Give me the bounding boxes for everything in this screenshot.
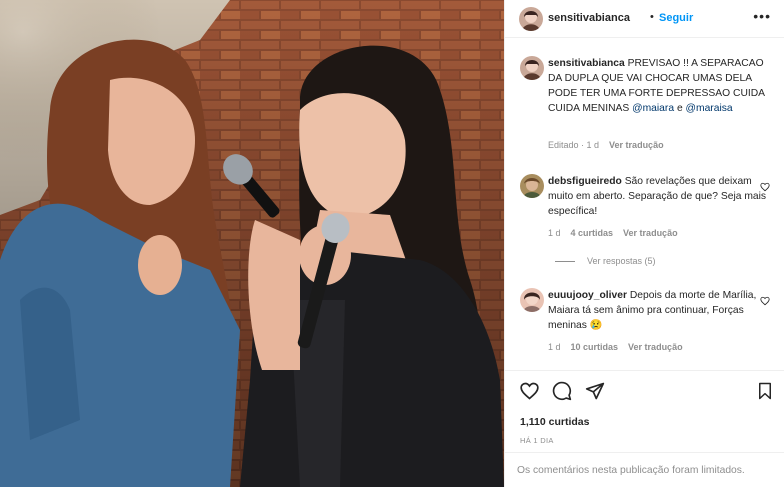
comment-like-icon[interactable] (760, 296, 770, 306)
send-icon[interactable] (585, 381, 605, 401)
mention-maiara[interactable]: @maiara (632, 103, 674, 114)
comment-meta: 1 d 10 curtidas Ver tradução (548, 342, 683, 352)
post-timestamp: HÁ 1 DIA (520, 436, 554, 445)
caption-username[interactable]: sensitivabianca (548, 58, 625, 69)
commenter-avatar[interactable] (520, 288, 544, 312)
view-replies-label: Ver respostas (5) (587, 256, 656, 266)
caption-text: sensitivabianca PREVISAO !! A SEPARACAO … (548, 56, 770, 116)
comment-item: debsfigueiredo São revelações que deixam… (520, 174, 772, 284)
replies-line (555, 261, 575, 263)
author-username[interactable]: sensitivabianca (548, 12, 630, 24)
separator-dot: • (650, 11, 654, 23)
comment-likes[interactable]: 10 curtidas (571, 342, 619, 352)
instagram-post: sensitivabianca • Seguir ••• sensitivabi… (0, 0, 784, 487)
comment-like-icon[interactable] (760, 182, 770, 192)
comment-likes[interactable]: 4 curtidas (571, 228, 614, 238)
post-header: sensitivabianca • Seguir ••• (505, 0, 784, 38)
caption: sensitivabianca PREVISAO !! A SEPARACAO … (520, 56, 772, 156)
mention-maraisa[interactable]: @maraisa (686, 103, 733, 114)
photo-illustration (0, 0, 504, 487)
comments-limited-notice: Os comentários nesta publicação foram li… (505, 452, 784, 487)
post-side-panel: sensitivabianca • Seguir ••• sensitivabi… (504, 0, 784, 487)
comment-text: debsfigueiredo São revelações que deixam… (548, 174, 770, 219)
post-photo[interactable] (0, 0, 504, 487)
caption-joiner: e (676, 103, 683, 114)
commenter-avatar[interactable] (520, 174, 544, 198)
likes-count[interactable]: 1,110 curtidas (520, 416, 589, 428)
comment-username[interactable]: euuujooy_oliver (548, 290, 627, 301)
comment-time: 1 d (548, 342, 561, 352)
more-options-icon[interactable]: ••• (753, 8, 771, 24)
heart-icon[interactable] (519, 381, 540, 401)
action-bar (505, 370, 784, 406)
author-avatar[interactable] (519, 7, 543, 31)
comment-text: euuujooy_oliver Depois da morte de Maríl… (548, 288, 770, 333)
comment-meta: 1 d 4 curtidas Ver tradução (548, 228, 678, 238)
comment-time: 1 d (548, 228, 561, 238)
bookmark-icon[interactable] (756, 381, 774, 401)
view-replies-link[interactable]: Ver respostas (5) (555, 256, 656, 266)
crying-emoji: 😢 (589, 320, 603, 331)
comment-username[interactable]: debsfigueiredo (548, 176, 622, 187)
comment-icon[interactable] (552, 381, 572, 401)
comment-item: euuujooy_oliver Depois da morte de Maríl… (520, 288, 772, 368)
comment-translate-link[interactable]: Ver tradução (623, 228, 678, 238)
caption-avatar[interactable] (520, 56, 544, 80)
comments-list: sensitivabianca PREVISAO !! A SEPARACAO … (505, 38, 784, 370)
caption-edited-time: Editado · 1 d (548, 140, 600, 150)
follow-button[interactable]: Seguir (659, 12, 693, 24)
comment-translate-link[interactable]: Ver tradução (628, 342, 683, 352)
caption-meta: Editado · 1 d Ver tradução (548, 140, 664, 150)
caption-translate-link[interactable]: Ver tradução (609, 140, 664, 150)
